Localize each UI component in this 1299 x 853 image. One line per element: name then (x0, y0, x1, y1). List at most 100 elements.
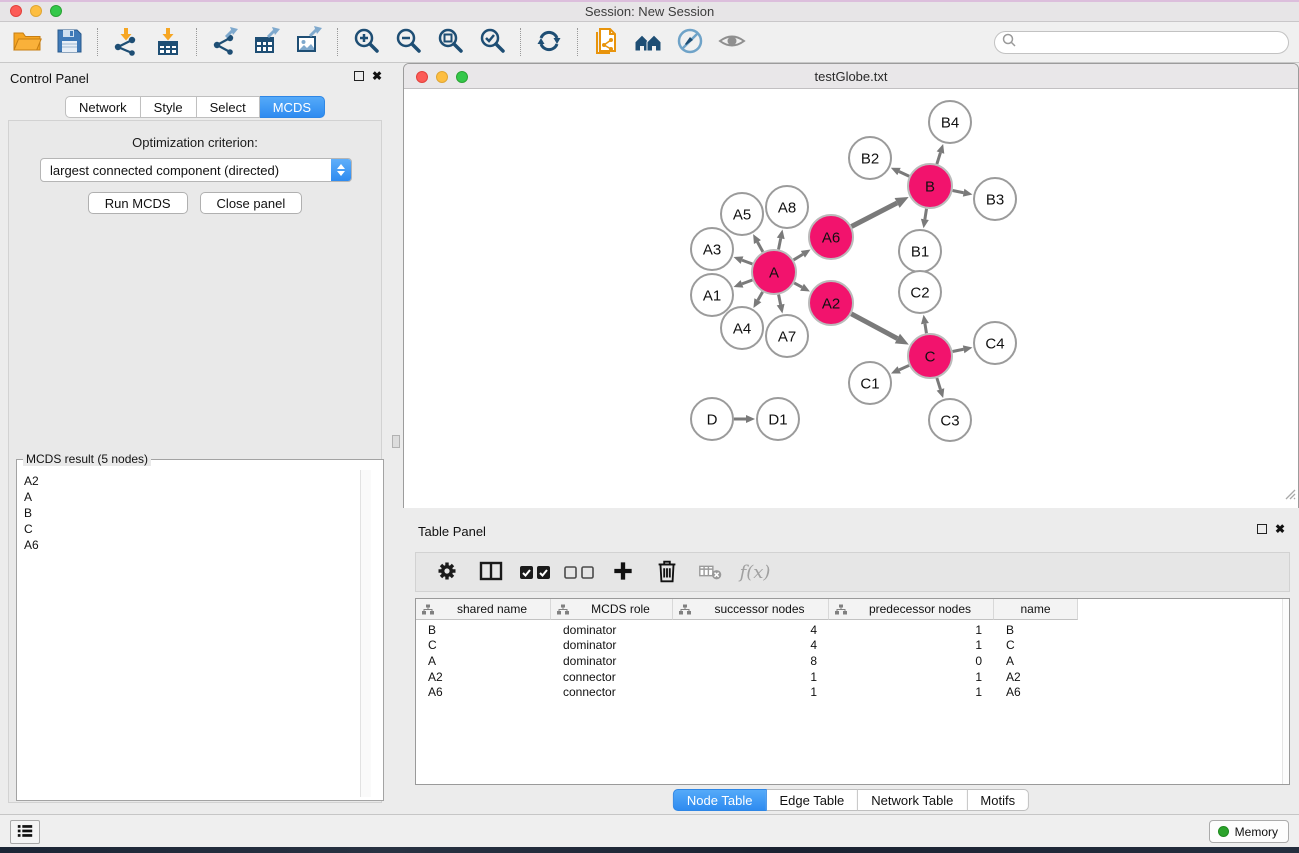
graphics-details-button[interactable] (669, 25, 711, 59)
mcds-result-list[interactable]: A2ABCA6 (21, 473, 361, 797)
table-row[interactable]: A2connector11A2 (416, 669, 1289, 685)
column-header-name[interactable]: name (994, 599, 1078, 620)
column-header-shared-name[interactable]: shared name (416, 599, 551, 620)
export-network-button[interactable] (204, 25, 246, 59)
graph-node-A8[interactable]: A8 (766, 186, 808, 228)
float-table-panel-icon[interactable] (1257, 524, 1267, 534)
deselect-all-button[interactable] (562, 556, 596, 588)
graph-edge-A-A8[interactable] (777, 230, 785, 250)
zoom-out-button[interactable] (387, 25, 429, 59)
graph-node-C1[interactable]: C1 (849, 362, 891, 404)
task-history-button[interactable] (10, 820, 40, 844)
graph-edge-A-A3[interactable] (734, 256, 753, 264)
tab-network-table[interactable]: Network Table (858, 789, 967, 811)
import-network-button[interactable] (105, 25, 147, 59)
table-row[interactable]: A6connector11A6 (416, 684, 1289, 700)
result-scrollbar[interactable] (360, 470, 371, 797)
table-row[interactable]: Cdominator41C (416, 638, 1289, 654)
save-session-button[interactable] (48, 25, 90, 59)
graph-edge-A-A2[interactable] (794, 283, 810, 292)
graph-node-C[interactable]: C (908, 334, 952, 378)
open-session-button[interactable] (6, 25, 48, 59)
close-panel-icon[interactable]: ✖ (372, 71, 382, 81)
column-header-successor-nodes[interactable]: successor nodes (673, 599, 829, 620)
resize-grip-icon[interactable] (1282, 486, 1296, 505)
graph-node-A[interactable]: A (752, 250, 796, 294)
select-all-button[interactable] (518, 556, 552, 588)
graph-node-B[interactable]: B (908, 164, 952, 208)
zoom-selected-button[interactable] (471, 25, 513, 59)
tab-style[interactable]: Style (141, 96, 197, 118)
delete-column-button[interactable] (650, 556, 684, 588)
bird-eye-view-button[interactable] (711, 25, 753, 59)
graph-node-A7[interactable]: A7 (766, 315, 808, 357)
graph-edge-A-A5[interactable] (753, 234, 763, 252)
graph-edge-C-C2[interactable] (921, 315, 929, 334)
tab-network[interactable]: Network (65, 96, 141, 118)
graph-node-A6[interactable]: A6 (809, 215, 853, 259)
graph-node-A3[interactable]: A3 (691, 228, 733, 270)
graph-node-A5[interactable]: A5 (721, 193, 763, 235)
splitter-grip-icon[interactable] (392, 435, 400, 448)
graph-edge-B-B3[interactable] (953, 189, 973, 197)
graph-node-B2[interactable]: B2 (849, 137, 891, 179)
table-scrollbar[interactable] (1282, 599, 1289, 784)
float-panel-icon[interactable] (354, 71, 364, 81)
search-input[interactable] (1020, 33, 1288, 51)
import-table-button[interactable] (147, 25, 189, 59)
close-table-panel-icon[interactable]: ✖ (1275, 524, 1285, 534)
graph-node-D[interactable]: D (691, 398, 733, 440)
graph-node-D1[interactable]: D1 (757, 398, 799, 440)
export-table-button[interactable] (246, 25, 288, 59)
table-row[interactable]: Bdominator41B (416, 622, 1289, 638)
close-panel-button[interactable]: Close panel (200, 192, 303, 214)
graph-edge-A-A4[interactable] (753, 292, 762, 308)
table-settings-button[interactable] (430, 556, 464, 588)
graph-edge-D-D1[interactable] (734, 415, 755, 423)
show-column-button[interactable] (474, 556, 508, 588)
graph-edge-C-C4[interactable] (953, 345, 973, 353)
network-window-titlebar[interactable]: testGlobe.txt (404, 64, 1298, 89)
graph-node-A2[interactable]: A2 (809, 281, 853, 325)
tab-select[interactable]: Select (197, 96, 260, 118)
graph-node-C3[interactable]: C3 (929, 399, 971, 441)
graph-node-B1[interactable]: B1 (899, 230, 941, 272)
criterion-select[interactable]: largest connected component (directed) (40, 158, 352, 182)
apply-layout-button[interactable] (528, 25, 570, 59)
delete-table-button[interactable] (694, 556, 728, 588)
graph-edge-A-A7[interactable] (777, 295, 785, 314)
zoom-in-button[interactable] (345, 25, 387, 59)
function-builder-button[interactable]: f(x) (738, 556, 772, 588)
graph-node-C4[interactable]: C4 (974, 322, 1016, 364)
column-header-MCDS-role[interactable]: MCDS role (551, 599, 673, 620)
graph-edge-B-B4[interactable] (937, 144, 945, 164)
tab-mcds[interactable]: MCDS (260, 96, 325, 118)
graph-node-A4[interactable]: A4 (721, 307, 763, 349)
export-image-button[interactable] (288, 25, 330, 59)
tab-node-table[interactable]: Node Table (673, 789, 767, 811)
tab-motifs[interactable]: Motifs (967, 789, 1029, 811)
network-canvas[interactable]: A A1A3A5A8 A4A7 A6 A2 B B2 B4B3 B1 C C2 C4 C1 C3 D D1 (404, 90, 1298, 508)
add-column-button[interactable] (606, 556, 640, 588)
graph-node-B3[interactable]: B3 (974, 178, 1016, 220)
graph-edge-A2-C[interactable] (851, 314, 909, 345)
graph-edge-B-B2[interactable] (891, 168, 909, 177)
tab-edge-table[interactable]: Edge Table (766, 789, 858, 811)
graph-edge-A6-B[interactable] (851, 197, 908, 226)
home-button[interactable] (627, 25, 669, 59)
graph-node-C2[interactable]: C2 (899, 271, 941, 313)
graph-edge-A-A6[interactable] (794, 250, 811, 260)
graph-edge-B-B1[interactable] (921, 209, 929, 229)
duplicate-network-button[interactable] (585, 25, 627, 59)
graph-edge-C-C3[interactable] (937, 378, 945, 398)
graph-node-A1[interactable]: A1 (691, 274, 733, 316)
column-header-predecessor-nodes[interactable]: predecessor nodes (829, 599, 994, 620)
graph-edge-C-C1[interactable] (891, 365, 909, 373)
zoom-fit-button[interactable] (429, 25, 471, 59)
table-row[interactable]: Adominator80A (416, 653, 1289, 669)
memory-button[interactable]: Memory (1209, 820, 1289, 843)
graph-node-B4[interactable]: B4 (929, 101, 971, 143)
graph-edge-A-A1[interactable] (734, 280, 753, 288)
panel-splitter[interactable] (390, 63, 403, 814)
run-mcds-button[interactable]: Run MCDS (88, 192, 188, 214)
